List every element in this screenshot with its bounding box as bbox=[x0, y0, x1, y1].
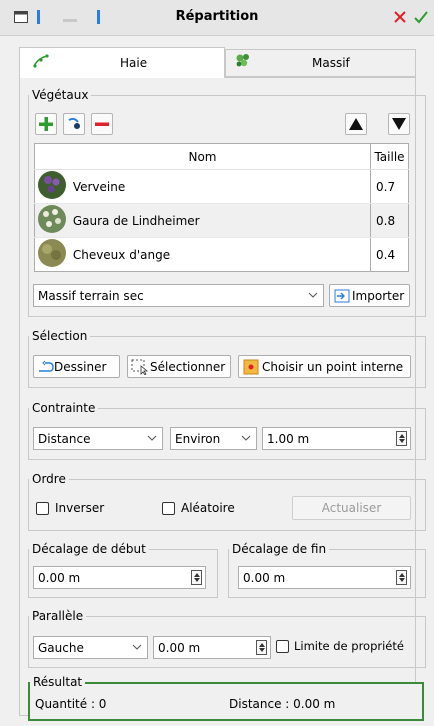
group-legend: Parallèle bbox=[29, 609, 87, 623]
select-button[interactable]: Sélectionner bbox=[127, 355, 231, 378]
random-checkbox[interactable] bbox=[162, 502, 175, 515]
end-offset-value: 0.00 m bbox=[243, 571, 286, 585]
group-legend: Végétaux bbox=[29, 88, 92, 102]
refresh-button[interactable]: Actualiser bbox=[292, 496, 411, 520]
distance-readout: Distance : 0.00 m bbox=[229, 697, 336, 711]
window-title: Répartition bbox=[175, 9, 259, 24]
end-offset-stepper[interactable]: 0.00 m bbox=[238, 566, 411, 589]
random-label: Aléatoire bbox=[181, 501, 235, 515]
constraint-distance-stepper[interactable]: 1.00 m bbox=[262, 427, 411, 450]
remove-plant-button[interactable] bbox=[91, 113, 113, 135]
triangle-up-icon bbox=[349, 118, 363, 130]
refresh-label: Actualiser bbox=[321, 501, 382, 515]
constraint-mode-select[interactable]: Distance bbox=[33, 427, 163, 450]
group-legend: Sélection bbox=[29, 329, 91, 343]
group-legend: Décalage de fin bbox=[229, 542, 330, 556]
property-limit-label: Limite de propriété bbox=[294, 639, 404, 653]
group-legend: Résultat bbox=[30, 675, 86, 689]
result-box: Résultat Quantité : 0 Distance : 0.00 m bbox=[28, 675, 424, 721]
start-offset-stepper[interactable]: 0.00 m bbox=[33, 566, 206, 589]
import-label: Importer bbox=[352, 289, 405, 303]
group-legend: Contrainte bbox=[29, 401, 99, 415]
inner-point-label: Choisir un point interne bbox=[262, 360, 404, 374]
group-legend: Ordre bbox=[29, 472, 69, 486]
chevron-down-icon bbox=[147, 431, 157, 445]
draw-button[interactable]: Dessiner bbox=[33, 355, 120, 378]
plus-icon bbox=[39, 117, 53, 131]
table-row[interactable]: Verveine 0.7 bbox=[34, 169, 409, 204]
plant-thumbnail bbox=[37, 170, 67, 203]
bed-icon bbox=[235, 53, 251, 70]
tab-label: Massif bbox=[312, 56, 350, 70]
plant-thumbnail bbox=[37, 204, 67, 237]
plant-size: 0.7 bbox=[370, 169, 409, 204]
add-plant-button[interactable] bbox=[35, 113, 57, 135]
table-header: Nom Taille bbox=[34, 143, 409, 170]
table-row[interactable]: Gaura de Lindheimer 0.8 bbox=[34, 203, 409, 238]
property-limit-checkbox[interactable] bbox=[276, 640, 289, 653]
eyedropper-icon bbox=[68, 117, 80, 129]
tab-label: Haie bbox=[120, 56, 148, 70]
move-up-button[interactable] bbox=[345, 113, 367, 135]
import-icon bbox=[334, 289, 350, 303]
spin-arrows-icon[interactable] bbox=[191, 570, 202, 585]
check-icon[interactable] bbox=[414, 10, 428, 27]
plant-name: Cheveux d'ange bbox=[72, 247, 171, 262]
constraint-distance-value: 1.00 m bbox=[267, 432, 310, 446]
approx-value: Environ bbox=[175, 432, 221, 446]
preset-select[interactable]: Massif terrain sec bbox=[33, 284, 324, 307]
draw-label: Dessiner bbox=[54, 360, 107, 374]
inner-point-icon bbox=[243, 359, 259, 375]
col-name-header[interactable]: Nom bbox=[34, 143, 371, 170]
approx-select[interactable]: Environ bbox=[170, 427, 257, 450]
close-icon[interactable] bbox=[393, 10, 407, 27]
minus-icon bbox=[95, 122, 109, 126]
preset-value: Massif terrain sec bbox=[38, 289, 144, 303]
group-legend: Décalage de début bbox=[29, 542, 149, 556]
invert-checkbox[interactable] bbox=[36, 502, 49, 515]
plant-thumbnail bbox=[37, 238, 67, 271]
quantity-readout: Quantité : 0 bbox=[35, 697, 107, 711]
triangle-down-icon bbox=[392, 118, 406, 130]
draw-curve-icon bbox=[39, 360, 54, 372]
plant-table: Nom Taille Verveine 0.7 Gaura de Lindhei… bbox=[34, 143, 409, 272]
col-size-header[interactable]: Taille bbox=[370, 143, 409, 170]
select-label: Sélectionner bbox=[150, 360, 226, 374]
tab-massif[interactable]: Massif bbox=[225, 49, 416, 77]
tab-bar: Haie Massif bbox=[19, 47, 416, 78]
spin-arrows-icon[interactable] bbox=[396, 431, 407, 446]
plant-size: 0.8 bbox=[370, 203, 409, 238]
parallel-offset-stepper[interactable]: 0.00 m bbox=[153, 636, 271, 659]
import-button[interactable]: Importer bbox=[329, 284, 410, 307]
move-down-button[interactable] bbox=[388, 113, 410, 135]
constraint-mode-value: Distance bbox=[38, 432, 91, 446]
start-offset-value: 0.00 m bbox=[38, 571, 81, 585]
parallel-side-select[interactable]: Gauche bbox=[33, 636, 148, 659]
parallel-offset-value: 0.00 m bbox=[158, 641, 201, 655]
spin-arrows-icon[interactable] bbox=[396, 570, 407, 585]
title-bar: Répartition bbox=[0, 0, 434, 36]
tab-haie[interactable]: Haie bbox=[19, 47, 225, 78]
spin-arrows-icon[interactable] bbox=[256, 640, 267, 655]
hedge-icon bbox=[33, 54, 49, 71]
plant-name: Verveine bbox=[72, 179, 126, 194]
chevron-down-icon bbox=[241, 431, 251, 445]
pick-plant-button[interactable] bbox=[63, 113, 85, 135]
invert-label: Inverser bbox=[55, 501, 105, 515]
choose-inner-point-button[interactable]: Choisir un point interne bbox=[238, 355, 411, 378]
chevron-down-icon bbox=[308, 288, 318, 302]
table-row[interactable]: Cheveux d'ange 0.4 bbox=[34, 237, 409, 272]
parallel-side-value: Gauche bbox=[38, 641, 84, 655]
plant-size: 0.4 bbox=[376, 247, 396, 262]
chevron-down-icon bbox=[132, 640, 142, 654]
plant-name: Gaura de Lindheimer bbox=[72, 213, 200, 228]
select-cursor-icon bbox=[131, 359, 149, 375]
